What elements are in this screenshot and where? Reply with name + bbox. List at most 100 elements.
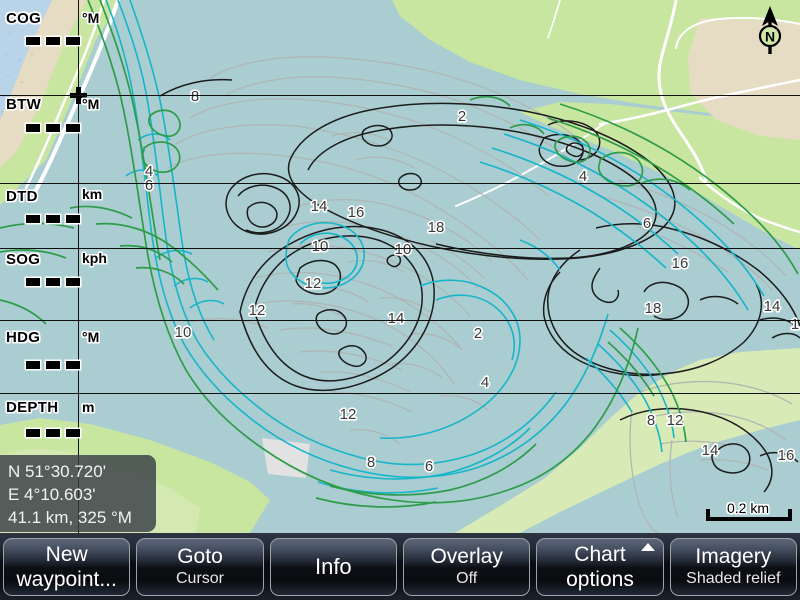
data-field-value-sog <box>26 278 80 286</box>
depth-contour-label: 10 <box>175 324 192 341</box>
depth-contour-label: 10 <box>312 238 329 255</box>
soft-key-info[interactable]: Info <box>269 537 397 596</box>
value-dash <box>46 124 60 132</box>
value-dash <box>26 278 40 286</box>
data-field-unit-sog: kph <box>82 250 107 266</box>
depth-contour-label: 2 <box>474 325 482 342</box>
value-dash <box>46 278 60 286</box>
depth-contour-label: 14 <box>764 298 781 315</box>
map-scale-bar: 0.2 km <box>702 500 794 528</box>
data-field-label-dtd[interactable]: DTD <box>6 188 38 205</box>
scale-bar-line <box>706 517 792 521</box>
soft-key-button-bar: New waypoint... Goto Cursor Info Overlay Off Ch… <box>0 533 800 600</box>
value-dash <box>66 278 80 286</box>
data-field-value-btw <box>26 124 80 132</box>
data-field-unit-dtd: km <box>82 186 103 202</box>
soft-key-chart[interactable]: Chart options <box>536 537 664 596</box>
depth-contour-label: 8 <box>647 412 655 429</box>
soft-key-primary-label: New <box>45 542 88 566</box>
depth-contour-label: 6 <box>145 177 153 194</box>
soft-key-primary-label: Chart <box>574 542 626 566</box>
data-field-label-sog[interactable]: SOG <box>6 251 40 268</box>
data-field-label-hdg[interactable]: HDG <box>6 329 40 346</box>
data-field-divider <box>0 95 800 96</box>
soft-key-goto[interactable]: Goto Cursor <box>136 537 264 596</box>
data-field-unit-hdg: °M <box>82 329 100 345</box>
data-field-divider <box>0 183 800 184</box>
depth-contour-label: 12 <box>305 275 322 292</box>
soft-key-secondary-label: options <box>566 567 634 591</box>
depth-contour-label: 14 <box>388 310 405 327</box>
value-dash <box>26 429 40 437</box>
soft-key-secondary-label: waypoint... <box>16 567 117 591</box>
data-field-unit-depth: m <box>82 399 95 415</box>
cursor-range-bearing: 41.1 km, 325 °M <box>8 508 132 527</box>
value-dash <box>46 37 60 45</box>
cursor-latitude: N 51°30.720' <box>8 462 106 481</box>
soft-key-new[interactable]: New waypoint... <box>3 537 131 596</box>
value-dash <box>46 361 60 369</box>
soft-key-secondary-label: Shaded relief <box>686 570 781 587</box>
depth-contour-label: 16 <box>672 255 689 272</box>
depth-contour-label: 4 <box>481 374 489 391</box>
value-dash <box>66 37 80 45</box>
chart-vector-layer: 82446614 161810 10161212 18 14110142412 8 1214… <box>0 0 800 533</box>
data-field-value-dtd <box>26 215 80 223</box>
depth-contour-label: 14 <box>702 442 719 459</box>
value-dash <box>26 361 40 369</box>
depth-contour-label: 16 <box>348 204 365 221</box>
north-letter: N <box>765 29 775 45</box>
data-field-divider <box>0 393 800 394</box>
soft-key-secondary-label: Cursor <box>175 570 224 587</box>
soft-key-overlay[interactable]: Overlay Off <box>402 537 531 596</box>
soft-key-primary-label: Overlay <box>430 545 503 568</box>
depth-contour-label: 6 <box>643 215 651 232</box>
data-field-unit-cog: °M <box>82 10 100 26</box>
depth-contour-label: 12 <box>249 302 266 319</box>
data-field-label-btw[interactable]: BTW <box>6 96 41 113</box>
chartplotter-screen: 8 2 4 4 6 6 14 16 18 10 10 16 12 12 18 14 1 10 14 2 4 12 8 12 14… <box>0 0 800 600</box>
depth-contour-label: 14 <box>311 198 328 215</box>
depth-contour-label: 1 <box>791 316 799 333</box>
value-dash <box>46 429 60 437</box>
data-field-value-hdg <box>26 361 80 369</box>
data-field-value-cog <box>26 37 80 45</box>
depth-contour-label: 6 <box>425 458 433 475</box>
data-field-value-depth <box>26 429 80 437</box>
cursor-position-panel: N 51°30.720' E 4°10.603' 41.1 km, 325 °M <box>0 455 156 532</box>
data-field-divider <box>0 248 800 249</box>
value-dash <box>66 215 80 223</box>
soft-key-primary-label: Info <box>314 553 352 579</box>
cursor-longitude: E 4°10.603' <box>8 485 96 504</box>
soft-key-imagery[interactable]: Imagery Shaded relief <box>669 537 797 596</box>
value-dash <box>26 215 40 223</box>
value-dash <box>46 215 60 223</box>
chart-map-canvas[interactable]: 8 2 4 4 6 6 14 16 18 10 10 16 12 12 18 14 1 10 14 2 4 12 8 12 14… <box>0 0 800 533</box>
depth-contour-label: 2 <box>458 108 466 125</box>
depth-contour-label: 12 <box>340 406 357 423</box>
scale-bar-label: 0.2 km <box>726 500 769 516</box>
depth-contour-label: 18 <box>428 219 445 236</box>
soft-key-primary-label: Goto <box>177 545 223 568</box>
soft-key-secondary-label: Off <box>456 570 478 587</box>
scale-bar-tick-left <box>706 509 710 521</box>
value-dash <box>26 37 40 45</box>
data-field-label-depth[interactable]: DEPTH <box>6 399 58 416</box>
data-field-label-cog[interactable]: COG <box>6 10 41 27</box>
value-dash <box>66 124 80 132</box>
data-field-divider <box>0 320 800 321</box>
data-field-unit-btw: °M <box>82 96 100 112</box>
scale-bar-tick-right <box>788 509 792 521</box>
depth-contour-label: 12 <box>667 412 684 429</box>
depth-contour-label: 8 <box>367 454 375 471</box>
soft-key-primary-label: Imagery <box>695 545 772 568</box>
cursor-crosshair-vertical <box>78 0 79 533</box>
north-arrow-indicator: N <box>748 4 792 56</box>
depth-contour-label: 18 <box>645 300 662 317</box>
chevron-up-icon[interactable] <box>640 542 655 551</box>
depth-contour-label: 16 <box>778 447 795 464</box>
value-dash <box>66 361 80 369</box>
value-dash <box>66 429 80 437</box>
value-dash <box>26 124 40 132</box>
depth-contour-label: 8 <box>191 88 199 105</box>
